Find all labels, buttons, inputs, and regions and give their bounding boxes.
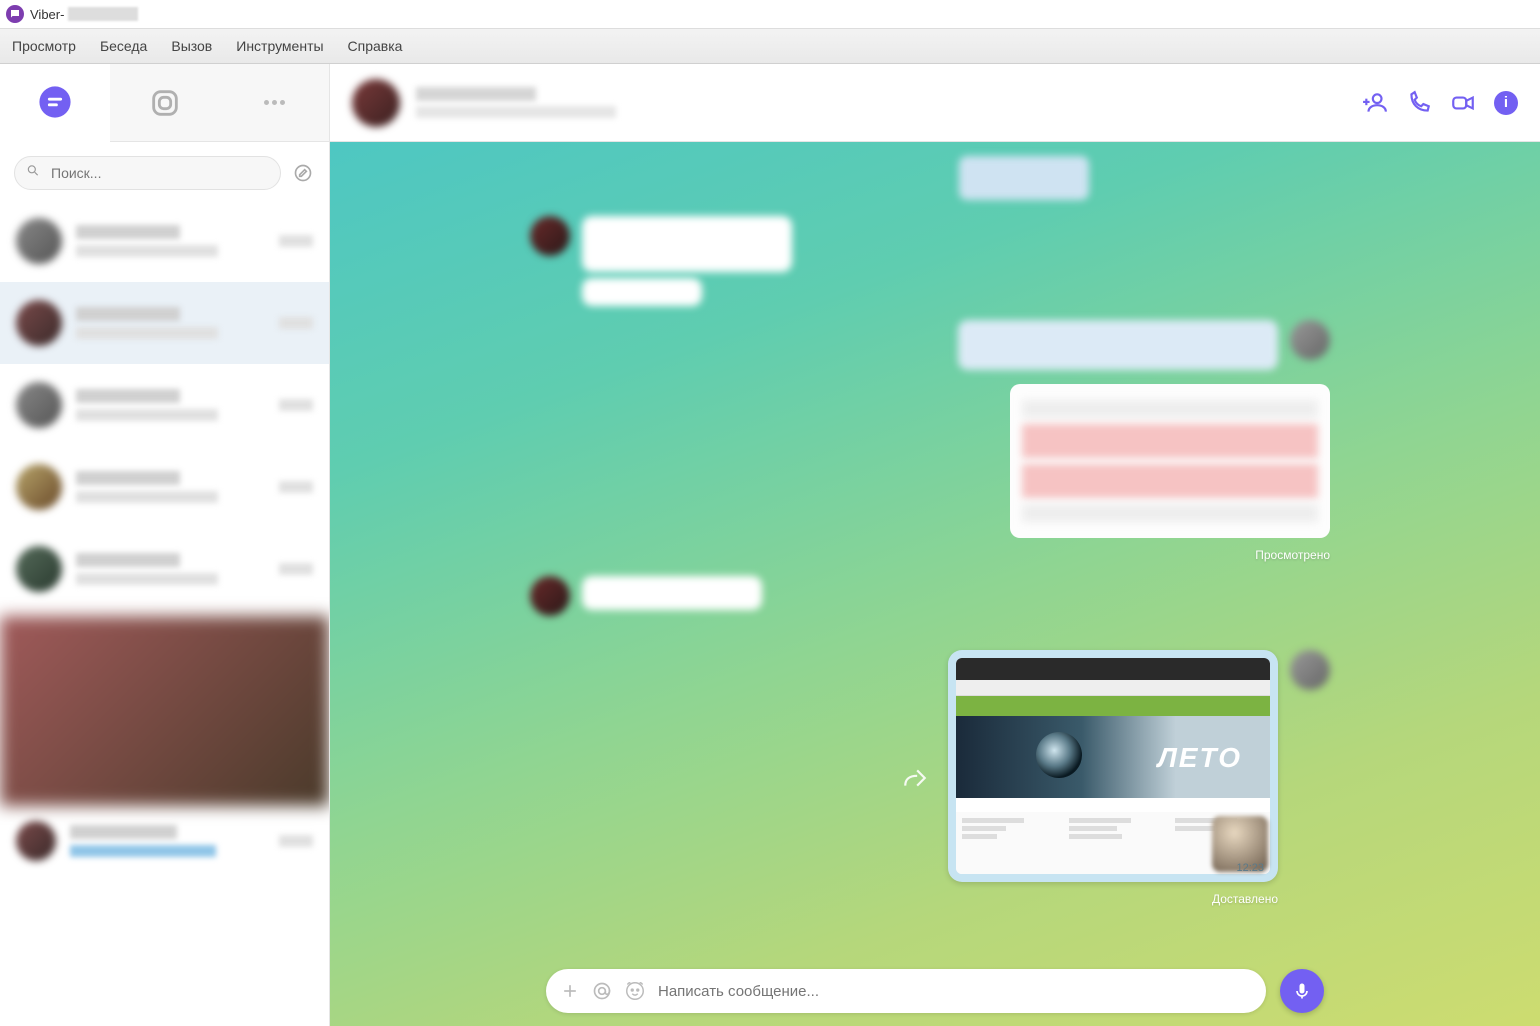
voice-call-icon[interactable] xyxy=(1406,90,1432,116)
viber-logo-icon xyxy=(6,5,24,23)
menu-call[interactable]: Вызов xyxy=(171,38,212,54)
status-delivered: Доставлено xyxy=(1212,892,1278,906)
contact-time xyxy=(279,399,313,411)
search-input[interactable] xyxy=(14,156,281,190)
avatar xyxy=(16,464,62,510)
contact-time xyxy=(279,563,313,575)
attach-icon[interactable] xyxy=(560,981,580,1001)
message-in[interactable] xyxy=(530,216,1330,306)
message-out[interactable] xyxy=(959,156,1089,200)
contact-row[interactable] xyxy=(0,446,329,528)
message-input[interactable] xyxy=(658,983,1256,1000)
contact-preview-large[interactable] xyxy=(0,616,329,806)
contact-list[interactable] xyxy=(0,200,329,1026)
message-avatar xyxy=(530,576,570,616)
more-icon xyxy=(257,86,291,120)
forward-icon[interactable] xyxy=(902,765,928,791)
chat-header: i xyxy=(330,64,1540,142)
attachment-hero-text: ЛЕТО xyxy=(1158,742,1242,774)
tab-chats[interactable] xyxy=(0,64,110,142)
avatar xyxy=(16,821,56,861)
message-in[interactable] xyxy=(530,576,1330,616)
search-icon xyxy=(26,164,40,183)
message-avatar xyxy=(1290,320,1330,360)
message-out[interactable]: Просмотрено xyxy=(530,384,1330,562)
voice-message-button[interactable] xyxy=(1280,969,1324,1013)
add-contact-icon[interactable] xyxy=(1362,90,1388,116)
avatar xyxy=(16,300,62,346)
contact-row[interactable] xyxy=(0,528,329,610)
contact-time xyxy=(279,835,313,847)
menu-chat[interactable]: Беседа xyxy=(100,38,147,54)
window-titlebar: Viber - xyxy=(0,0,1540,28)
chat-subtitle xyxy=(416,106,616,118)
compose-button[interactable] xyxy=(291,161,315,185)
sticker-icon[interactable] xyxy=(624,980,646,1002)
contact-time xyxy=(279,235,313,247)
menubar: Просмотр Беседа Вызов Инструменты Справк… xyxy=(0,28,1540,64)
avatar xyxy=(16,218,62,264)
avatar xyxy=(16,546,62,592)
message-avatar xyxy=(530,216,570,256)
message-out-attachment[interactable]: ЛЕТО 12:23 Доставлено xyxy=(530,650,1330,906)
chat-avatar[interactable] xyxy=(352,79,400,127)
status-seen: Просмотрено xyxy=(1255,548,1330,562)
contact-time xyxy=(279,317,313,329)
chat-pane: i xyxy=(330,64,1540,1026)
contact-time xyxy=(279,481,313,493)
message-avatar xyxy=(1290,650,1330,690)
avatar xyxy=(16,382,62,428)
message-out[interactable] xyxy=(530,320,1330,370)
contact-row[interactable] xyxy=(0,200,329,282)
tab-public[interactable] xyxy=(110,64,220,142)
search-field[interactable] xyxy=(14,156,281,190)
chat-title xyxy=(416,87,536,101)
menu-tools[interactable]: Инструменты xyxy=(236,38,323,54)
menu-help[interactable]: Справка xyxy=(348,38,403,54)
window-title: Viber xyxy=(30,7,60,22)
composer-input-pill[interactable] xyxy=(546,969,1266,1013)
contact-row[interactable] xyxy=(0,806,329,876)
sidebar-tabs xyxy=(0,64,329,142)
sidebar xyxy=(0,64,330,1026)
attachment-timestamp: 12:23 xyxy=(1236,862,1264,874)
image-attachment[interactable]: ЛЕТО 12:23 xyxy=(948,650,1278,882)
contact-row[interactable] xyxy=(0,364,329,446)
menu-view[interactable]: Просмотр xyxy=(12,38,76,54)
chat-body[interactable]: Просмотрено xyxy=(330,142,1540,1026)
window-title-redacted: - xyxy=(60,7,64,22)
mention-icon[interactable] xyxy=(592,981,612,1001)
info-button[interactable]: i xyxy=(1494,91,1518,115)
contact-row[interactable] xyxy=(0,282,329,364)
video-call-icon[interactable] xyxy=(1450,90,1476,116)
window-title-redacted-box xyxy=(68,7,138,21)
tab-more[interactable] xyxy=(219,64,329,142)
composer xyxy=(330,956,1540,1026)
